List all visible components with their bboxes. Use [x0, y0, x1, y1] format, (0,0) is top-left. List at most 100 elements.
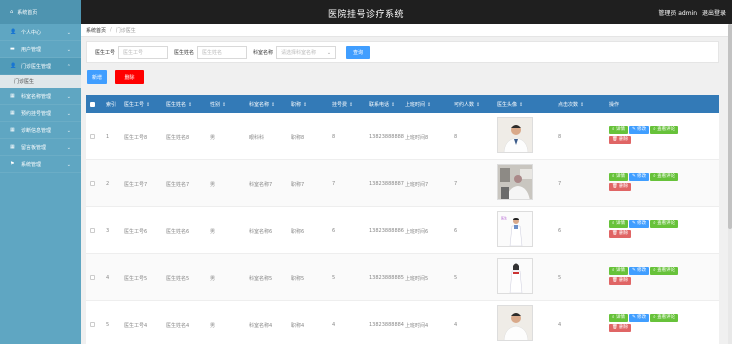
select-all-checkbox[interactable] [90, 102, 95, 107]
detail-button[interactable]: ⌕ 详情 [609, 220, 628, 228]
detail-button[interactable]: ⌕ 详情 [609, 173, 628, 181]
edit-button[interactable]: ✎ 修改 [628, 220, 650, 228]
sidebar-subitem-doctor[interactable]: 门诊医生 [0, 75, 81, 88]
column-header[interactable]: 医生姓名 ⇕ [166, 101, 192, 108]
sort-icon[interactable]: ⇕ [188, 102, 192, 108]
scrollbar[interactable] [728, 24, 732, 344]
column-header[interactable]: 医生头像 ⇕ [497, 101, 523, 108]
row-actions: ⌕ 详情 ✎ 修改 ⌕ 查看评论 🗑 删除 [609, 267, 709, 287]
column-header[interactable]: 挂号费 ⇕ [332, 101, 353, 108]
sort-icon[interactable]: ⇕ [427, 102, 431, 108]
cell-phone: 13823888884 [369, 322, 404, 328]
cell-idx: 2 [106, 181, 110, 187]
doctor-name-placeholder: 医生姓名 [202, 49, 223, 56]
batch-delete-button[interactable]: 删除 [115, 70, 144, 84]
cell-time: 上班时间4 [405, 323, 429, 329]
cell-clicks: 8 [558, 134, 562, 140]
home-icon: ⌂ [10, 9, 14, 15]
row-checkbox[interactable] [90, 181, 95, 186]
sidebar-item-4[interactable]: ▦ 科室名称管理 ⌄ [0, 88, 81, 105]
menu-icon: 👤 [10, 29, 17, 35]
sidebar-item-7[interactable]: ▦ 留言板管理 ⌄ [0, 139, 81, 156]
edit-button[interactable]: ✎ 修改 [628, 314, 650, 322]
cell-avail: 6 [454, 228, 458, 234]
delete-button[interactable]: 🗑 删除 [609, 277, 632, 285]
sidebar-item-label: 门诊医生管理 [21, 63, 52, 70]
doctor-name-label: 医生姓名 [174, 49, 195, 56]
row-checkbox[interactable] [90, 228, 95, 233]
cell-clicks: 4 [558, 322, 562, 328]
review-button[interactable]: ⌕ 查看评论 [650, 267, 679, 275]
sort-icon[interactable]: ⇕ [391, 102, 395, 108]
delete-button[interactable]: 🗑 删除 [609, 183, 632, 191]
top-header: 医院挂号诊疗系统 管理员 admin 退出登录 [0, 0, 732, 24]
department-label: 科室名称 [253, 49, 274, 56]
edit-button[interactable]: ✎ 修改 [628, 267, 650, 275]
column-header[interactable]: 联系电话 ⇕ [369, 101, 395, 108]
column-header[interactable]: 性别 ⇕ [210, 101, 226, 108]
review-button[interactable]: ⌕ 查看评论 [650, 314, 679, 322]
delete-button[interactable]: 🗑 删除 [609, 324, 632, 332]
doctor-table: 索引 医生工号 ⇕ 医生姓名 ⇕ 性别 ⇕ 科室名称 ⇕ 职称 ⇕ 挂号费 ⇕ 联系电话 ⇕ 上班时间 ⇕ 可约人… [86, 95, 719, 344]
sidebar-home-label: 系统首页 [17, 9, 38, 16]
sort-icon[interactable]: ⇕ [349, 102, 353, 108]
column-header[interactable]: 科室名称 ⇕ [249, 101, 275, 108]
cell-clicks: 6 [558, 228, 562, 234]
system-title: 医院挂号诊疗系统 [327, 10, 404, 20]
breadcrumb-home[interactable]: 系统首页 [86, 27, 106, 34]
sidebar-item-label: 科室名称管理 [21, 93, 52, 100]
main-content: 系统首页 / 门诊医生 医生工号 医生工号 医生姓名 医生姓名 科室名称 请选择… [81, 24, 732, 344]
column-header[interactable]: 医生工号 ⇕ [124, 101, 150, 108]
sidebar-item-3[interactable]: 👤 门诊医生管理 ⌃ [0, 58, 81, 75]
sort-icon[interactable]: ⇕ [580, 102, 584, 108]
query-button[interactable]: 查询 [346, 45, 371, 59]
column-header[interactable]: 上班时间 ⇕ [405, 101, 431, 108]
row-checkbox[interactable] [90, 322, 95, 327]
column-header[interactable]: 可约人数 ⇕ [454, 101, 480, 108]
sort-icon[interactable]: ⇕ [476, 102, 480, 108]
doctor-avatar [497, 305, 533, 341]
doctor-name-input[interactable]: 医生姓名 [197, 45, 248, 59]
department-select[interactable]: 请选择科室名称 ⌄ [276, 45, 337, 59]
sort-icon[interactable]: ⇕ [303, 102, 307, 108]
sort-icon[interactable]: ⇕ [271, 102, 275, 108]
edit-button[interactable]: ✎ 修改 [628, 126, 650, 134]
detail-button[interactable]: ⌕ 详情 [609, 126, 628, 134]
sidebar-home[interactable]: ⌂ 系统首页 [0, 0, 81, 24]
cell-fee: 5 [332, 275, 336, 281]
doctor-id-input[interactable]: 医生工号 [118, 45, 169, 59]
delete-button[interactable]: 🗑 删除 [609, 136, 632, 144]
sidebar-item-label: 个人中心 [21, 29, 42, 36]
sidebar-item-2[interactable]: ▬ 用户管理 ⌄ [0, 41, 81, 58]
sort-icon[interactable]: ⇕ [519, 102, 523, 108]
cell-fee: 8 [332, 134, 336, 140]
cell-fee: 4 [332, 322, 336, 328]
sidebar-item-5[interactable]: ▦ 预约挂号管理 ⌄ [0, 105, 81, 122]
row-checkbox[interactable] [90, 275, 95, 280]
cell-title: 职称4 [291, 323, 305, 329]
delete-button[interactable]: 🗑 删除 [609, 230, 632, 238]
add-button[interactable]: 新增 [87, 70, 107, 84]
sort-icon[interactable]: ⇕ [222, 102, 226, 108]
review-button[interactable]: ⌕ 查看评论 [650, 220, 679, 228]
logout-link[interactable]: 退出登录 [702, 10, 726, 17]
review-button[interactable]: ⌕ 查看评论 [650, 126, 679, 134]
sidebar-item-label: 系统管理 [21, 161, 42, 168]
row-checkbox[interactable] [90, 134, 95, 139]
detail-button[interactable]: ⌕ 详情 [609, 267, 628, 275]
sidebar-item-6[interactable]: ▦ 诊断信息管理 ⌄ [0, 122, 81, 139]
sidebar-item-8[interactable]: ⚑ 系统管理 ⌄ [0, 156, 81, 173]
svg-text:医生: 医生 [501, 215, 507, 220]
column-header[interactable]: 职称 ⇕ [291, 101, 307, 108]
column-header[interactable]: 点击次数 ⇕ [558, 101, 584, 108]
cell-clicks: 7 [558, 181, 562, 187]
cell-id: 医生工号4 [124, 323, 148, 329]
edit-button[interactable]: ✎ 修改 [628, 173, 650, 181]
row-actions: ⌕ 详情 ✎ 修改 ⌕ 查看评论 🗑 删除 [609, 314, 709, 334]
scrollbar-thumb[interactable] [728, 24, 732, 229]
cell-idx: 5 [106, 322, 110, 328]
detail-button[interactable]: ⌕ 详情 [609, 314, 628, 322]
sidebar-item-1[interactable]: 👤 个人中心 ⌄ [0, 24, 81, 41]
review-button[interactable]: ⌕ 查看评论 [650, 173, 679, 181]
sort-icon[interactable]: ⇕ [146, 102, 150, 108]
